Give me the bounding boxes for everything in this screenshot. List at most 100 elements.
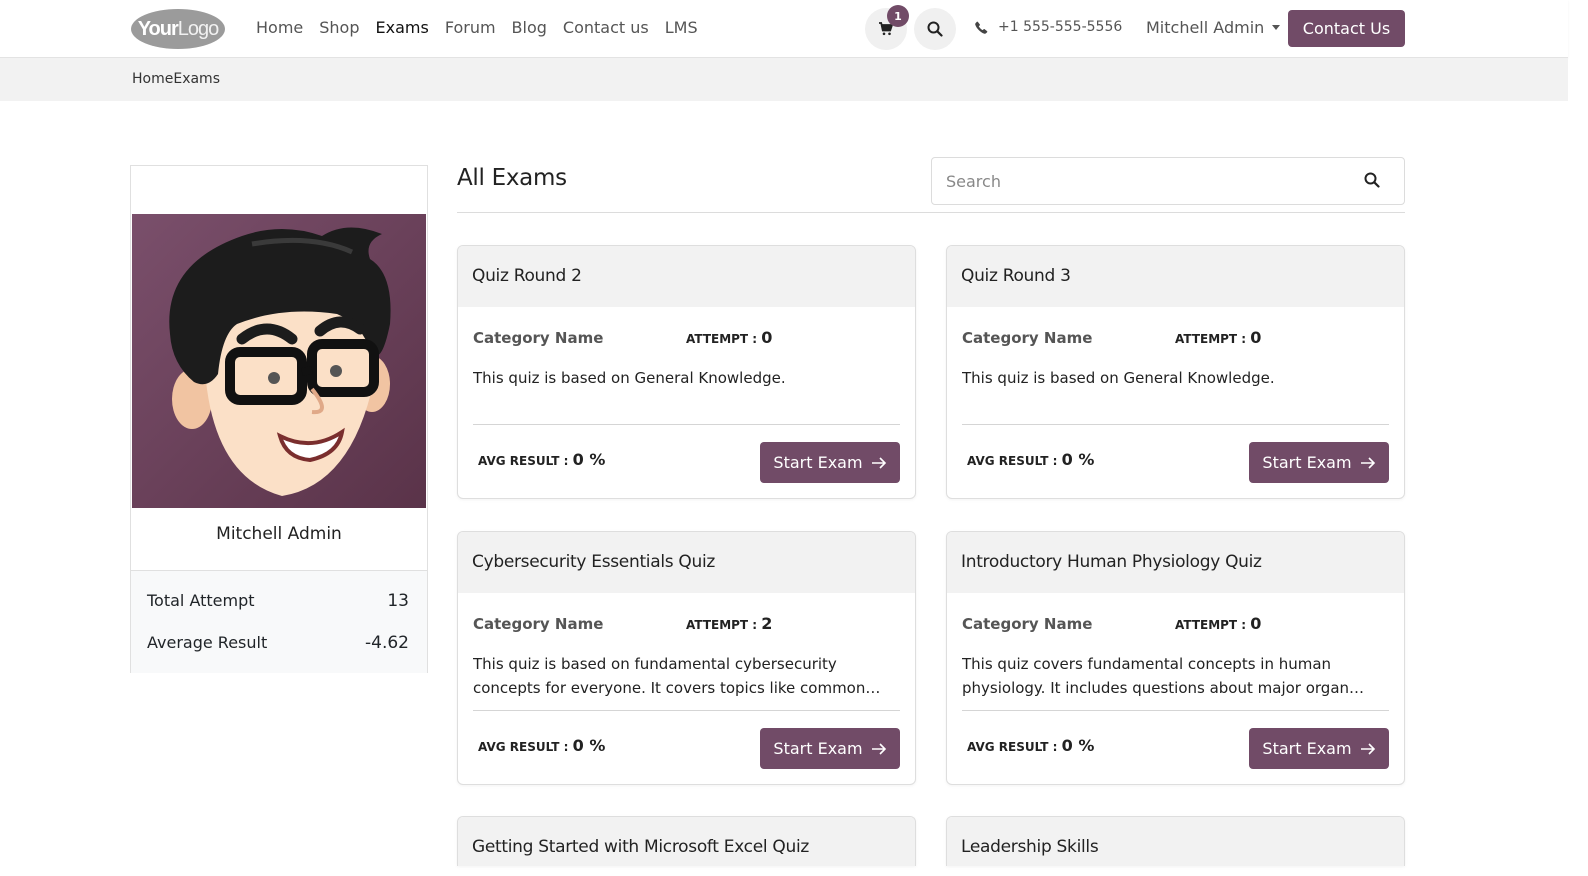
stat-average-result: Average Result -4.62 — [147, 633, 409, 653]
exam-card: Quiz Round 2 Category Name ATTEMPT : 0 T… — [457, 245, 916, 499]
avg-value: 0 % — [1061, 450, 1095, 469]
user-name: Mitchell Admin — [1146, 18, 1265, 37]
exam-card: Introductory Human Physiology Quiz Categ… — [946, 531, 1405, 785]
attempt-label: ATTEMPT : — [686, 618, 762, 632]
search-submit-button[interactable] — [1364, 172, 1380, 192]
avg-label: AVG RESULT : — [478, 740, 573, 754]
nav-forum[interactable]: Forum — [445, 17, 496, 39]
avg-label: AVG RESULT : — [478, 454, 573, 468]
exam-title: Introductory Human Physiology Quiz — [961, 552, 1262, 572]
card-divider — [473, 710, 900, 711]
title-divider — [457, 212, 1405, 213]
phone-link[interactable]: +1 555-555-5556 — [975, 19, 1122, 35]
stat-label: Total Attempt — [147, 591, 255, 610]
exam-avg-result: AVG RESULT : 0 % — [478, 450, 605, 469]
exam-attempts: ATTEMPT : 2 — [686, 614, 772, 633]
start-exam-button[interactable]: Start Exam — [1249, 728, 1389, 769]
arrow-right-icon — [871, 742, 886, 755]
start-exam-label: Start Exam — [773, 453, 863, 472]
breadcrumb-bar: HomeExams — [0, 58, 1568, 101]
exam-title: Leadership Skills — [961, 837, 1099, 857]
attempt-count: 2 — [761, 614, 773, 633]
exam-description: This quiz covers fundamental concepts in… — [962, 655, 1350, 697]
exam-description: This quiz is based on General Knowledge. — [473, 369, 786, 387]
exam-card: Cybersecurity Essentials Quiz Category N… — [457, 531, 916, 785]
nav-lms[interactable]: LMS — [665, 17, 698, 39]
exam-card: Quiz Round 3 Category Name ATTEMPT : 0 T… — [946, 245, 1405, 499]
exam-attempts: ATTEMPT : 0 — [1175, 614, 1261, 633]
exam-card: Leadership Skills — [946, 816, 1405, 866]
start-exam-button[interactable]: Start Exam — [760, 442, 900, 483]
header-search-button[interactable] — [914, 8, 956, 50]
exam-card-header: Quiz Round 3 — [947, 246, 1404, 307]
avg-value: 0 % — [1061, 736, 1095, 755]
start-exam-button[interactable]: Start Exam — [760, 728, 900, 769]
exam-category: Category Name — [962, 615, 1093, 633]
exam-description: This quiz is based on fundamental cybers… — [473, 655, 866, 697]
logo-text-light: Logo — [177, 17, 219, 40]
main-nav: Home Shop Exams Forum Blog Contact us LM… — [256, 17, 714, 39]
profile-card: Mitchell Admin Total Attempt 13 Average … — [130, 165, 428, 673]
avg-label: AVG RESULT : — [967, 454, 1062, 468]
nav-blog[interactable]: Blog — [512, 17, 547, 39]
start-exam-label: Start Exam — [773, 739, 863, 758]
exam-category: Category Name — [962, 329, 1093, 347]
start-exam-label: Start Exam — [1262, 453, 1352, 472]
card-divider — [962, 424, 1389, 425]
attempt-count: 0 — [1250, 328, 1262, 347]
exam-card-header: Quiz Round 2 — [458, 246, 915, 307]
nav-exams[interactable]: Exams — [376, 17, 429, 39]
attempt-label: ATTEMPT : — [1175, 332, 1251, 346]
site-logo[interactable]: Your Logo — [131, 9, 225, 49]
exam-card-header: Cybersecurity Essentials Quiz — [458, 532, 915, 593]
top-navbar: Your Logo Home Shop Exams Forum Blog Cont… — [0, 0, 1568, 58]
attempt-label: ATTEMPT : — [1175, 618, 1251, 632]
exam-category: Category Name — [473, 615, 604, 633]
contact-us-button[interactable]: Contact Us — [1288, 10, 1405, 47]
exam-card-header: Leadership Skills — [947, 817, 1404, 866]
arrow-right-icon — [1360, 456, 1375, 469]
logo-text-bold: Your — [137, 17, 179, 40]
exam-card: Getting Started with Microsoft Excel Qui… — [457, 816, 916, 866]
exam-attempts: ATTEMPT : 0 — [1175, 328, 1261, 347]
avg-value: 0 % — [572, 736, 606, 755]
start-exam-button[interactable]: Start Exam — [1249, 442, 1389, 483]
exam-card-header: Introductory Human Physiology Quiz — [947, 532, 1404, 593]
exam-category: Category Name — [473, 329, 604, 347]
start-exam-label: Start Exam — [1262, 739, 1352, 758]
phone-number: +1 555-555-5556 — [998, 19, 1123, 35]
avatar-illustration — [169, 227, 391, 496]
nav-home[interactable]: Home — [256, 17, 303, 39]
exam-avg-result: AVG RESULT : 0 % — [478, 736, 605, 755]
stat-value: -4.62 — [365, 633, 409, 653]
exam-title: Quiz Round 3 — [961, 266, 1071, 286]
exam-avg-result: AVG RESULT : 0 % — [967, 450, 1094, 469]
exam-attempts: ATTEMPT : 0 — [686, 328, 772, 347]
attempt-count: 0 — [761, 328, 773, 347]
avatar — [132, 214, 426, 508]
breadcrumb[interactable]: HomeExams — [132, 71, 220, 87]
page-title: All Exams — [457, 165, 567, 191]
avg-label: AVG RESULT : — [967, 740, 1062, 754]
nav-shop[interactable]: Shop — [319, 17, 359, 39]
card-divider — [473, 424, 900, 425]
attempt-count: 0 — [1250, 614, 1262, 633]
user-dropdown[interactable]: Mitchell Admin — [1146, 18, 1281, 37]
exam-title: Cybersecurity Essentials Quiz — [472, 552, 716, 572]
profile-stats: Total Attempt 13 Average Result -4.62 — [131, 570, 427, 673]
exam-description: This quiz is based on General Knowledge. — [962, 369, 1275, 387]
exam-avg-result: AVG RESULT : 0 % — [967, 736, 1094, 755]
avg-value: 0 % — [572, 450, 606, 469]
stat-label: Average Result — [147, 633, 268, 652]
exam-search — [931, 157, 1405, 205]
profile-name: Mitchell Admin — [216, 524, 342, 544]
card-divider — [962, 710, 1389, 711]
search-icon — [927, 21, 943, 37]
stat-value: 13 — [387, 591, 409, 611]
nav-contact-us[interactable]: Contact us — [563, 17, 649, 39]
exam-title: Quiz Round 2 — [472, 266, 582, 286]
stat-total-attempt: Total Attempt 13 — [147, 591, 409, 611]
search-input[interactable] — [944, 158, 1348, 204]
arrow-right-icon — [1360, 742, 1375, 755]
cart-count-badge: 1 — [887, 5, 909, 27]
